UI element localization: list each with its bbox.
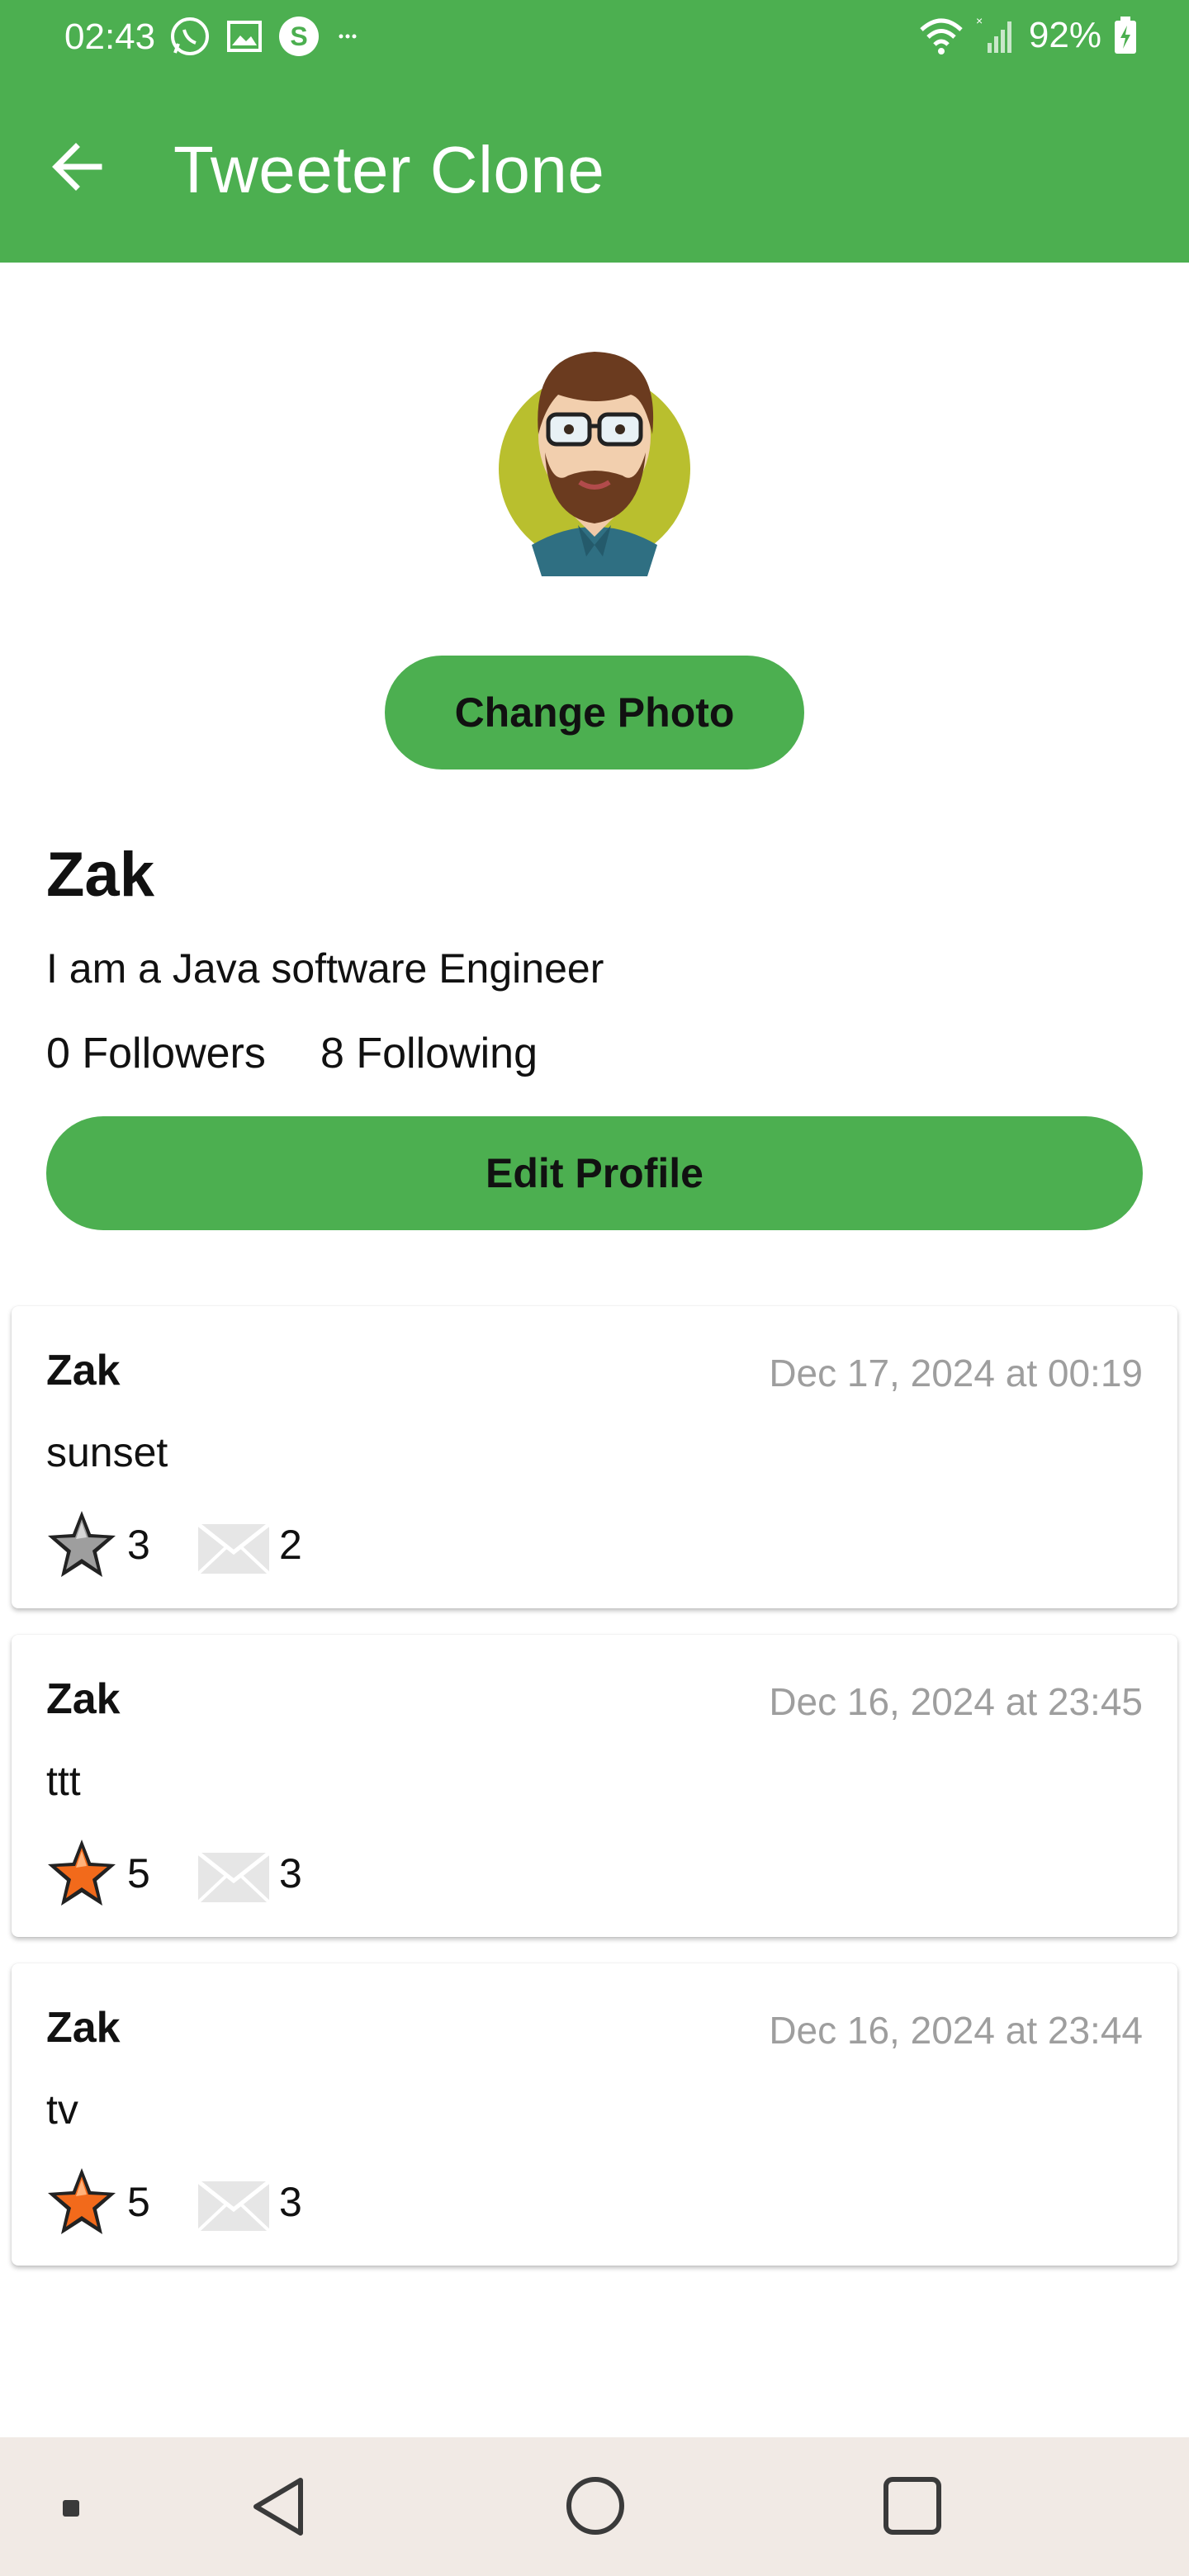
tweet-date: Dec 16, 2024 at 23:44	[769, 2009, 1143, 2052]
edit-profile-button[interactable]: Edit Profile	[46, 1116, 1143, 1230]
skype-icon: S	[279, 17, 319, 56]
tweet-author: Zak	[46, 1347, 121, 1395]
battery-percentage: 92%	[1028, 15, 1101, 55]
change-photo-button[interactable]: Change Photo	[385, 656, 804, 769]
following-count[interactable]: 8 Following	[320, 1029, 538, 1078]
system-nav-bar	[0, 2437, 1189, 2576]
envelope-icon[interactable]	[197, 1519, 271, 1577]
whatsapp-icon	[171, 17, 209, 55]
followers-count[interactable]: 0 Followers	[46, 1029, 266, 1078]
envelope-icon[interactable]	[197, 1848, 271, 1906]
nav-overview-button[interactable]	[882, 2475, 943, 2540]
tweet-date: Dec 17, 2024 at 00:19	[769, 1352, 1143, 1395]
app-title: Tweeter Clone	[173, 133, 605, 206]
wifi-icon	[920, 18, 963, 54]
app-bar: Tweeter Clone	[0, 74, 1189, 263]
tweet-text: ttt	[46, 1758, 81, 1804]
tweet-card[interactable]: Zak Dec 16, 2024 at 23:44 tv 5 3	[12, 1963, 1177, 2266]
circle-home-icon	[566, 2477, 624, 2535]
status-bar: 02:43 S × 92%	[0, 0, 1189, 74]
tweet-author: Zak	[46, 1675, 121, 1723]
status-time: 02:43	[64, 17, 156, 57]
nav-recent-button[interactable]	[61, 2498, 81, 2522]
more-notifications-icon	[339, 34, 357, 39]
triangle-back-icon	[253, 2478, 303, 2536]
tweet-author: Zak	[46, 2004, 121, 2052]
battery-charging-icon	[1115, 17, 1136, 54]
signal-icon: ×	[976, 15, 1011, 53]
tweet-card[interactable]: Zak Dec 16, 2024 at 23:45 ttt 5 3	[12, 1635, 1177, 1937]
gallery-icon	[227, 21, 262, 52]
svg-text:×: ×	[976, 15, 983, 27]
nav-home-button[interactable]	[565, 2475, 626, 2540]
like-count: 3	[127, 1522, 150, 1568]
status-icons-right: × 92%	[918, 15, 1138, 56]
like-count: 5	[127, 2179, 150, 2225]
star-icon[interactable]	[45, 2165, 119, 2239]
reply-count: 3	[279, 1850, 302, 1896]
square-overview-icon	[883, 2477, 941, 2535]
tweet-card[interactable]: Zak Dec 17, 2024 at 00:19 sunset 3 2	[12, 1306, 1177, 1608]
square-dot-icon	[63, 2500, 79, 2517]
reply-count: 2	[279, 1522, 302, 1568]
star-icon[interactable]	[45, 1508, 119, 1582]
like-count: 5	[127, 1850, 150, 1896]
svg-text:S: S	[290, 21, 307, 51]
star-icon[interactable]	[45, 1836, 119, 1911]
reply-count: 3	[279, 2179, 302, 2225]
tweet-text: sunset	[46, 1429, 168, 1475]
profile-name: Zak	[46, 840, 154, 910]
tweet-date: Dec 16, 2024 at 23:45	[769, 1680, 1143, 1723]
nav-back-button[interactable]	[249, 2475, 307, 2542]
tweet-text: tv	[46, 2086, 78, 2133]
profile-bio: I am a Java software Engineer	[46, 945, 604, 992]
avatar	[499, 329, 690, 576]
envelope-icon[interactable]	[197, 2176, 271, 2234]
back-button[interactable]	[48, 134, 114, 200]
status-icons-left: S	[168, 15, 360, 58]
arrow-left-icon	[52, 143, 102, 191]
